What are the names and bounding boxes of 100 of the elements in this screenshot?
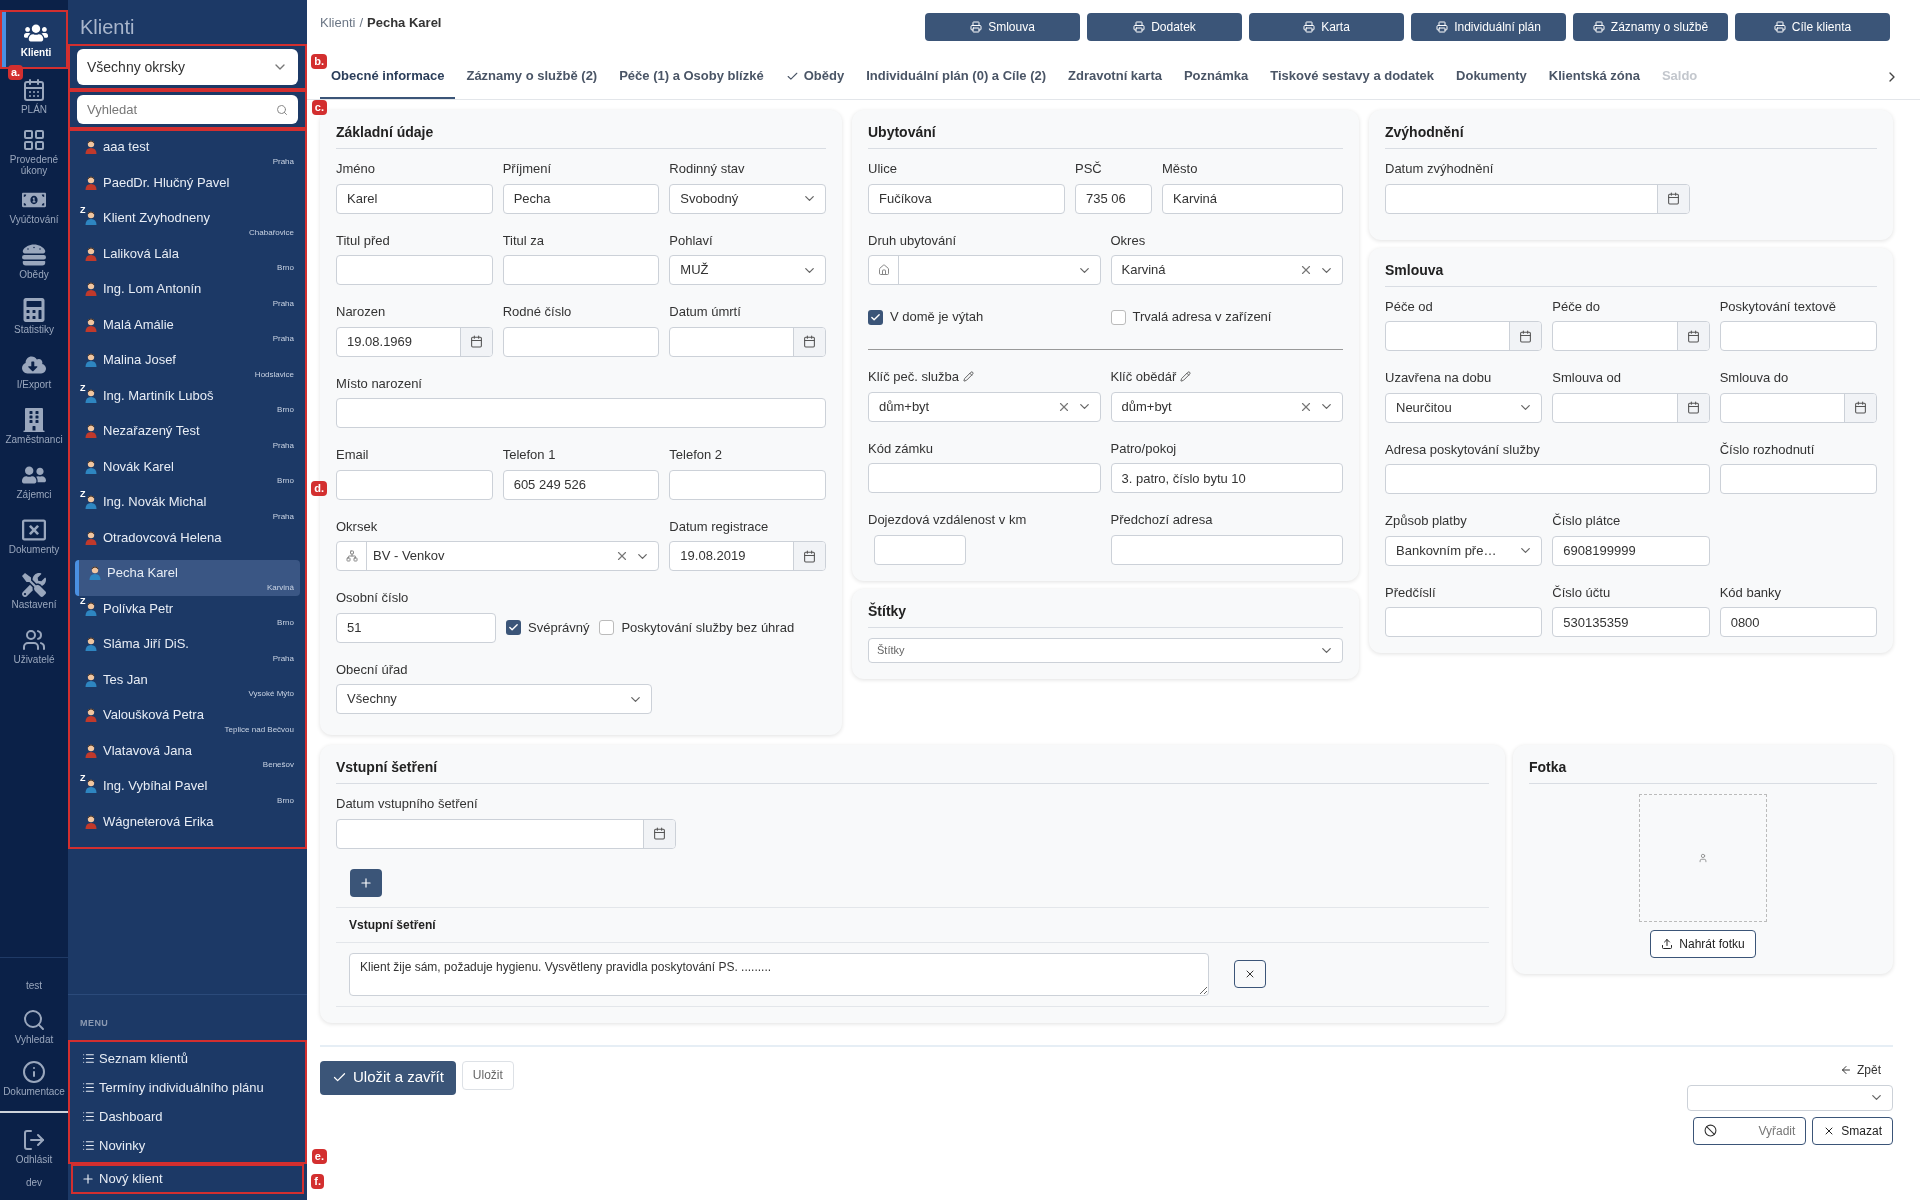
nav-item[interactable]: Zájemci (0, 454, 68, 509)
menu-item[interactable]: Novinky (70, 1131, 305, 1160)
client-item[interactable]: Z Ing. Martiník Luboš Brno (75, 382, 300, 418)
input-field[interactable]: Karviná (1162, 183, 1343, 214)
client-item[interactable]: Vlatavová Jana Benešov (75, 737, 300, 773)
client-item[interactable]: Z Polívka Petr Brno (75, 595, 300, 631)
tab[interactable]: Zdravotní karta (1057, 55, 1173, 99)
tab[interactable]: Klientská zóna (1537, 55, 1651, 99)
input-field[interactable] (874, 534, 966, 565)
input-field[interactable]: Pecha (502, 183, 660, 214)
date-field[interactable]: 19.08.1969 (336, 326, 493, 357)
text-area[interactable]: Klient žije sám, požaduje hygienu. Vysvětleny pravidla poskytování PS. ......... (349, 952, 1209, 996)
print-button[interactable]: Smlouva (925, 13, 1080, 41)
nav-item[interactable]: Zaměstnanci (0, 399, 68, 454)
select-field[interactable]: Bankovním pře… (1385, 535, 1543, 566)
client-item[interactable]: Tes Jan Vysoké Mýto (75, 666, 300, 702)
checkbox[interactable] (599, 620, 615, 635)
input-field[interactable] (1385, 607, 1543, 637)
client-item[interactable]: Wágneterová Erika (75, 808, 300, 844)
client-item[interactable]: Malina Josef Hodslavice (75, 347, 300, 383)
breadcrumb-link[interactable]: Klienti (320, 13, 356, 33)
input-field[interactable]: Karel (336, 183, 493, 214)
delete-button[interactable]: Smazat (1812, 1116, 1893, 1145)
input-field[interactable] (669, 469, 826, 500)
select-field[interactable]: Všechny (336, 684, 652, 714)
print-button[interactable]: Dodatek (1087, 13, 1242, 41)
client-item[interactable]: Z Ing. Novák Michal Praha (75, 489, 300, 525)
input-field[interactable] (502, 255, 660, 285)
client-item[interactable]: Z Ing. Vybíhal Pavel Brno (75, 773, 300, 809)
client-item[interactable]: Laliková Lála Brno (75, 240, 300, 276)
date-input[interactable]: 19.08.1969 (337, 327, 460, 356)
nav-item[interactable]: Dokumentace (0, 1053, 68, 1105)
tab[interactable]: Tiskové sestavy a dodatek (1259, 55, 1446, 99)
save-button[interactable]: Uložit (461, 1060, 514, 1090)
date-field[interactable] (669, 326, 826, 357)
input-field[interactable]: 3. patro, číslo bytu 10 (1110, 463, 1343, 493)
client-item[interactable]: aaa test Praha (75, 134, 300, 170)
tab[interactable]: Poznámka (1172, 55, 1260, 99)
menu-item[interactable]: Termíny individuálního plánu (70, 1073, 305, 1102)
input-field[interactable]: 605 249 526 (502, 469, 660, 500)
print-button[interactable]: Individuální plán (1411, 13, 1566, 41)
date-input[interactable]: 19.08.2019 (670, 542, 793, 570)
select-field[interactable]: MUŽ (669, 255, 826, 285)
save-close-button[interactable]: Uložit a zavřít (320, 1060, 456, 1095)
new-client-button[interactable]: Nový klient (73, 1166, 302, 1192)
nav-item[interactable]: Vyúčtování (0, 179, 68, 234)
input-field[interactable] (336, 255, 493, 285)
input-field[interactable] (502, 326, 660, 357)
input-field[interactable] (1719, 464, 1877, 494)
tab[interactable]: Dokumenty (1445, 55, 1538, 99)
tab[interactable]: Individuální plán (0) a Cíle (2) (855, 55, 1058, 99)
client-item[interactable]: Valoušková Petra Teplice nad Bečvou (75, 702, 300, 738)
input-field[interactable]: 0800 (1719, 607, 1877, 637)
select-field[interactable]: Neurčitou (1385, 392, 1543, 423)
checkbox[interactable] (1110, 309, 1126, 325)
nav-item[interactable]: Uživatelé (0, 619, 68, 674)
select-field[interactable]: Svobodný (669, 183, 826, 214)
client-item[interactable]: Otradovcová Helena (75, 524, 300, 560)
back-link[interactable]: Zpět (1840, 1060, 1881, 1079)
menu-item[interactable]: Dashboard (70, 1102, 305, 1131)
nav-item[interactable]: Klienti (2, 12, 66, 67)
remove-button[interactable] (1234, 960, 1266, 988)
input-field[interactable] (336, 469, 493, 500)
client-item[interactable]: Pecha Karel Karviná (75, 560, 300, 596)
print-button[interactable]: Karta (1249, 13, 1404, 41)
tab[interactable]: Záznamy o službě (2) (455, 55, 609, 99)
input-field[interactable]: 735 06 (1075, 183, 1152, 214)
date-field[interactable] (1385, 321, 1543, 351)
logout-button[interactable]: Odhlásit (0, 1119, 68, 1175)
select-field[interactable]: BV - Venkov (336, 541, 660, 571)
menu-item[interactable]: Seznam klientů (70, 1044, 305, 1073)
search-input[interactable]: Vyhledat (87, 99, 237, 120)
select-field[interactable]: Štítky (868, 637, 1343, 663)
client-item[interactable]: Novák Karel Brno (75, 453, 300, 489)
client-item[interactable]: Z Klient Zvyhodneny Chabařovice (75, 205, 300, 241)
date-field[interactable] (1385, 183, 1690, 214)
nav-item[interactable]: Obědy (0, 234, 68, 289)
client-item[interactable]: Nezařazený Test Praha (75, 418, 300, 454)
nav-item[interactable]: Statistiky (0, 289, 68, 344)
nav-item[interactable]: I/Export (0, 344, 68, 399)
select-field[interactable] (1687, 1084, 1893, 1111)
nav-item[interactable]: Dokumenty (0, 509, 68, 564)
client-item[interactable]: Malá Amálie Praha (75, 311, 300, 347)
exclude-button[interactable]: Vyřadit (1693, 1116, 1807, 1145)
print-button[interactable]: Cíle klienta (1735, 13, 1890, 41)
print-button[interactable]: Záznamy o službě (1573, 13, 1728, 41)
select-field[interactable]: dům+byt (868, 391, 1101, 422)
input-field[interactable]: 530135359 (1552, 607, 1710, 637)
nav-item[interactable]: Provedené úkony (0, 124, 68, 179)
input-field[interactable] (868, 463, 1101, 493)
tab[interactable]: Péče (1) a Osoby blízké (608, 55, 775, 99)
add-button[interactable] (350, 868, 382, 897)
input-field[interactable] (336, 398, 826, 428)
select-field[interactable]: dům+byt (1110, 391, 1343, 422)
input-field[interactable] (1719, 321, 1877, 351)
date-field[interactable] (1552, 321, 1710, 351)
nav-item[interactable]: Nastavení (0, 564, 68, 619)
input-field[interactable] (1110, 534, 1343, 565)
district-select[interactable]: Všechny okrsky (77, 49, 298, 85)
input-field[interactable]: 51 (336, 612, 496, 643)
